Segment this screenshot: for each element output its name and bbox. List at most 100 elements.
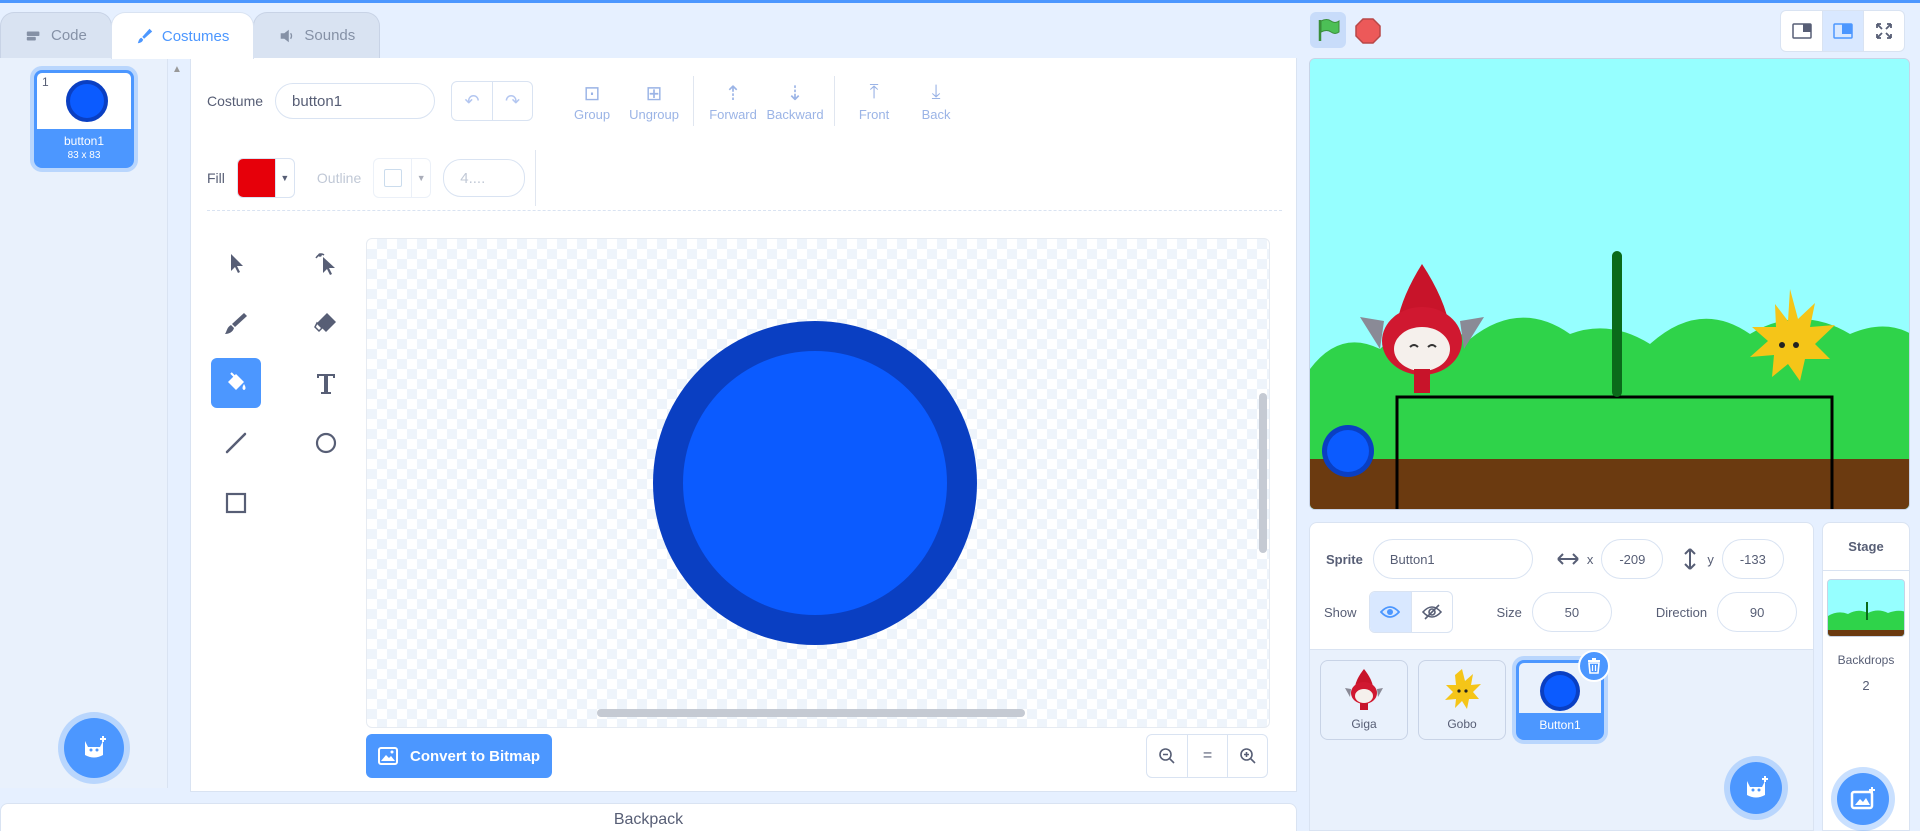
sprite-name-button1: Button1 bbox=[1519, 713, 1601, 737]
normal-stage-icon[interactable] bbox=[1822, 11, 1863, 51]
text-tool[interactable] bbox=[301, 358, 351, 408]
vertical-scrollbar[interactable] bbox=[1259, 393, 1267, 553]
reshape-icon bbox=[315, 253, 335, 275]
list-scroll-up-icon[interactable]: ▲ bbox=[172, 64, 182, 75]
back-button[interactable]: ⤓ Back bbox=[905, 81, 967, 122]
horizontal-scrollbar[interactable] bbox=[597, 709, 1025, 717]
x-label: x bbox=[1586, 551, 1594, 567]
image-icon bbox=[377, 747, 398, 765]
choose-sprite-button[interactable] bbox=[1730, 762, 1782, 814]
ungroup-label: Ungroup bbox=[629, 106, 679, 122]
front-icon: ⤒ bbox=[869, 80, 879, 103]
vertical-arrows-icon bbox=[1684, 548, 1697, 570]
stage-canvas[interactable] bbox=[1309, 58, 1910, 510]
sprite-name-giga: Giga bbox=[1351, 717, 1377, 731]
y-label: y bbox=[1707, 551, 1714, 567]
green-flag-button[interactable] bbox=[1310, 12, 1346, 48]
undo-icon[interactable]: ↶ bbox=[452, 82, 492, 120]
gobo-thumbnail bbox=[1419, 661, 1505, 717]
costume-name-input[interactable]: button1 bbox=[275, 83, 436, 119]
sprite-props-row: Show Size 50 Direction 90 bbox=[1324, 591, 1798, 633]
sprite-name-input[interactable]: Button1 bbox=[1372, 539, 1533, 579]
choose-costume-button[interactable] bbox=[64, 718, 124, 778]
fill-color-picker[interactable]: ▼ bbox=[236, 158, 295, 198]
stage-selector[interactable]: Stage Backdrops 2 bbox=[1822, 522, 1910, 831]
line-icon bbox=[225, 432, 247, 454]
costume-circle-fill[interactable] bbox=[683, 351, 947, 615]
rectangle-icon bbox=[225, 492, 247, 514]
toolbar-divider bbox=[693, 76, 695, 126]
group-button[interactable]: ⊡ Group bbox=[561, 81, 623, 122]
rectangle-tool[interactable] bbox=[211, 478, 261, 528]
forward-button[interactable]: ⇡ Forward bbox=[702, 81, 764, 122]
tab-costumes[interactable]: Costumes bbox=[110, 12, 255, 59]
brush-icon bbox=[225, 313, 247, 334]
button1-sprite[interactable] bbox=[1322, 425, 1374, 477]
eraser-icon bbox=[314, 313, 336, 333]
sprite-tile-gobo[interactable]: Gobo bbox=[1418, 660, 1506, 740]
tool-palette bbox=[211, 238, 351, 528]
fill-swatch bbox=[237, 159, 276, 197]
fill-outline-row: Fill ▼ Outline ▼ 4.... bbox=[207, 150, 544, 206]
brush-tool[interactable] bbox=[211, 298, 261, 348]
paint-canvas[interactable] bbox=[366, 238, 1270, 728]
stage-size-controls bbox=[1780, 10, 1905, 52]
delete-sprite-button[interactable] bbox=[1578, 650, 1610, 682]
fullscreen-icon[interactable] bbox=[1863, 11, 1904, 51]
toolbar-divider bbox=[834, 76, 836, 126]
forward-icon: ⇡ bbox=[724, 82, 742, 105]
stage-title: Stage bbox=[1823, 523, 1909, 571]
front-label: Front bbox=[858, 106, 890, 122]
paint-editor: Costume button1 ↶ ↷ ⊡ Group ⊞ Ungroup ⇡ … bbox=[190, 58, 1297, 792]
direction-label: Direction bbox=[1655, 604, 1708, 620]
choose-backdrop-button[interactable] bbox=[1837, 773, 1889, 825]
outline-width-input[interactable]: 4.... bbox=[443, 159, 526, 197]
undo-redo-group: ↶ ↷ bbox=[451, 81, 534, 121]
tab-sounds[interactable]: Sounds bbox=[253, 12, 381, 58]
backward-button[interactable]: ⇣ Backward bbox=[764, 81, 826, 122]
costume-item-name: button1 bbox=[63, 134, 105, 148]
chevron-down-icon: ▼ bbox=[280, 173, 290, 183]
convert-to-bitmap-button[interactable]: Convert to Bitmap bbox=[366, 734, 552, 778]
circle-tool[interactable] bbox=[301, 418, 351, 468]
zoom-out-icon[interactable] bbox=[1147, 735, 1187, 777]
eye-hidden-icon[interactable] bbox=[1410, 592, 1452, 632]
eraser-tool[interactable] bbox=[301, 298, 351, 348]
stage-thumbnail[interactable] bbox=[1827, 579, 1905, 637]
zoom-in-icon[interactable] bbox=[1227, 735, 1267, 777]
x-position-input[interactable]: -209 bbox=[1601, 539, 1664, 579]
sprite-tile-giga[interactable]: Giga bbox=[1320, 660, 1408, 740]
toolbar-divider bbox=[535, 150, 537, 206]
visibility-toggle bbox=[1368, 591, 1453, 633]
direction-input[interactable]: 90 bbox=[1717, 592, 1798, 632]
backpack[interactable]: Backpack bbox=[0, 803, 1297, 831]
stop-icon[interactable] bbox=[1355, 18, 1381, 44]
zoom-reset-icon[interactable]: = bbox=[1187, 735, 1227, 777]
line-tool[interactable] bbox=[211, 418, 261, 468]
stage-scene bbox=[1310, 59, 1909, 509]
size-input[interactable]: 50 bbox=[1531, 592, 1612, 632]
front-button[interactable]: ⤒ Front bbox=[843, 81, 905, 122]
redo-icon[interactable]: ↷ bbox=[492, 82, 532, 120]
ungroup-button[interactable]: ⊞ Ungroup bbox=[623, 81, 685, 122]
paint-bucket-icon bbox=[228, 372, 246, 390]
y-position-input[interactable]: -133 bbox=[1721, 539, 1784, 579]
reshape-tool[interactable] bbox=[301, 238, 351, 288]
outline-color-picker[interactable]: ▼ bbox=[373, 158, 432, 198]
top-accent-bar bbox=[0, 0, 1920, 3]
costume-circle-outline[interactable] bbox=[653, 321, 977, 645]
eye-icon[interactable] bbox=[1369, 592, 1411, 632]
group-icon: ⊡ bbox=[583, 82, 601, 105]
tab-code[interactable]: Code bbox=[0, 12, 112, 58]
costume-name-label: Costume bbox=[207, 93, 264, 109]
show-label: Show bbox=[1324, 604, 1357, 620]
select-tool[interactable] bbox=[211, 238, 261, 288]
fill-tool[interactable] bbox=[211, 358, 261, 408]
size-label: Size bbox=[1496, 604, 1522, 620]
sprite-name-row: Sprite Button1 x -209 y -133 bbox=[1326, 539, 1784, 579]
backward-icon: ⇣ bbox=[786, 82, 804, 105]
small-stage-icon[interactable] bbox=[1781, 11, 1822, 51]
cat-add-icon bbox=[85, 736, 106, 758]
costume-item[interactable]: 1 button1 83 x 83 bbox=[34, 70, 134, 168]
giga-thumbnail bbox=[1321, 661, 1407, 717]
